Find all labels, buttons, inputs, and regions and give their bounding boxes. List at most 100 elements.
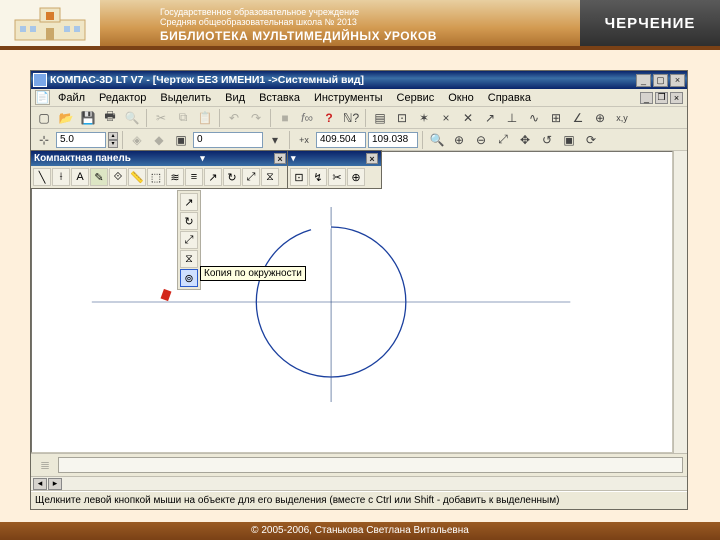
layer-a-icon[interactable]: ◈ (127, 130, 147, 150)
rotate-tool-icon[interactable]: ↻ (180, 212, 198, 230)
compact-panel-close[interactable]: × (274, 153, 286, 164)
vertical-scrollbar[interactable] (673, 151, 687, 453)
scale-icon[interactable]: ⤢ (242, 168, 260, 186)
drawing-canvas[interactable]: Компактная панель ▾ × ╲ ⟊ A ✎ ⟐ 📏 ⬚ ≋ ≡ … (31, 151, 673, 453)
snap-node-icon[interactable]: ⊡ (392, 108, 412, 128)
mdi-close[interactable]: × (670, 92, 683, 104)
float-panel-2[interactable]: ▾ × ⊡ ↯ ✂ ⊕ (287, 150, 382, 189)
center-icon[interactable]: ⊕ (590, 108, 610, 128)
mirror-icon[interactable]: ⧖ (261, 168, 279, 186)
refresh-icon[interactable]: ⟳ (581, 130, 601, 150)
measure-icon[interactable]: 📏 (128, 168, 146, 186)
menu-view[interactable]: Вид (219, 91, 251, 105)
f2-b-icon[interactable]: ↯ (309, 168, 327, 186)
zoom-all-icon[interactable]: ▣ (559, 130, 579, 150)
ortho-icon[interactable]: ⊹ (34, 130, 54, 150)
f2-a-icon[interactable]: ⊡ (290, 168, 308, 186)
dropdown-icon[interactable]: ▾ (265, 130, 285, 150)
zoom-scale-icon[interactable]: ⤢ (493, 130, 513, 150)
param-icon[interactable]: ⟐ (109, 168, 127, 186)
edit-subtools[interactable]: ↗ ↻ ⤢ ⧖ ⊚ (177, 190, 201, 290)
axis-x-icon[interactable]: × (436, 108, 456, 128)
page-footer: © 2005-2006, Станькова Светлана Витальев… (0, 522, 720, 540)
undo-icon[interactable]: ↶ (224, 108, 244, 128)
geom-icon[interactable]: ╲ (33, 168, 51, 186)
save-icon[interactable]: 💾 (78, 108, 98, 128)
menu-select[interactable]: Выделить (154, 91, 217, 105)
doc-icon[interactable]: 📄 (35, 90, 50, 105)
grid-icon[interactable]: ⊞ (546, 108, 566, 128)
step-spin[interactable]: ▴▾ (108, 132, 118, 148)
symbol-icon[interactable]: A (71, 168, 89, 186)
coord-y: 109.038 (368, 132, 418, 148)
mdi-restore[interactable]: ❐ (655, 92, 668, 104)
float2-close[interactable]: × (366, 153, 378, 164)
spec-icon[interactable]: ≡ (185, 168, 203, 186)
move-icon[interactable]: ↗ (480, 108, 500, 128)
edit-icon[interactable]: ✎ (90, 168, 108, 186)
move2-icon[interactable]: ↗ (204, 168, 222, 186)
menu-service[interactable]: Сервис (391, 91, 441, 105)
layers-icon[interactable]: ▤ (370, 108, 390, 128)
xy-icon[interactable]: x,y (612, 108, 632, 128)
menu-help[interactable]: Справка (482, 91, 537, 105)
layer-c-icon[interactable]: ▣ (171, 130, 191, 150)
scale-tool-icon[interactable]: ⤢ (180, 231, 198, 249)
help-icon[interactable]: ? (319, 108, 339, 128)
coord-icon[interactable]: ✶ (414, 108, 434, 128)
preview-icon[interactable]: 🔍 (122, 108, 142, 128)
close-button[interactable]: × (670, 74, 685, 87)
copy-circle-tool-icon[interactable]: ⊚ (180, 269, 198, 287)
layer-b-icon[interactable]: ◆ (149, 130, 169, 150)
menu-window[interactable]: Окно (442, 91, 480, 105)
prop-style-icon[interactable]: ≣ (35, 455, 55, 475)
axis-y-icon[interactable]: ✕ (458, 108, 478, 128)
zoom-prev-icon[interactable]: ↺ (537, 130, 557, 150)
banner-logo (0, 0, 100, 46)
menu-tools[interactable]: Инструменты (308, 91, 389, 105)
mdi-minimize[interactable]: _ (640, 92, 653, 104)
minimize-button[interactable]: _ (636, 74, 651, 87)
rotate-icon[interactable]: ↻ (223, 168, 241, 186)
redo-icon[interactable]: ↷ (246, 108, 266, 128)
compact-panel[interactable]: Компактная панель ▾ × ╲ ⟊ A ✎ ⟐ 📏 ⬚ ≋ ≡ … (30, 150, 290, 189)
canvas-area: Компактная панель ▾ × ╲ ⟊ A ✎ ⟐ 📏 ⬚ ≋ ≡ … (31, 151, 687, 453)
menu-file[interactable]: Файл (52, 91, 91, 105)
f2-c-icon[interactable]: ✂ (328, 168, 346, 186)
tangent-icon[interactable]: ∿ (524, 108, 544, 128)
perp-icon[interactable]: ⊥ (502, 108, 522, 128)
zoom-in-icon[interactable]: ⊕ (449, 130, 469, 150)
move-tool-icon[interactable]: ↗ (180, 193, 198, 211)
stop-icon[interactable]: ■ (275, 108, 295, 128)
symmetry-tool-icon[interactable]: ⧖ (180, 250, 198, 268)
angle-icon[interactable]: ∠ (568, 108, 588, 128)
hscroll-right[interactable]: ▸ (48, 478, 62, 490)
state-field[interactable]: 0 (193, 132, 263, 148)
copy-icon[interactable]: ⧉ (173, 108, 193, 128)
coord-mode-icon[interactable]: +x (294, 130, 314, 150)
compact-panel-title[interactable]: Компактная панель ▾ × (31, 151, 289, 166)
cut-icon[interactable]: ✂ (151, 108, 171, 128)
open-icon[interactable]: 📂 (56, 108, 76, 128)
f2-d-icon[interactable]: ⊕ (347, 168, 365, 186)
new-icon[interactable]: ▢ (34, 108, 54, 128)
horizontal-scrollbar[interactable]: ◂ ▸ (31, 477, 687, 491)
paste-icon[interactable]: 📋 (195, 108, 215, 128)
property-field[interactable] (58, 457, 683, 473)
menu-editor[interactable]: Редактор (93, 91, 152, 105)
float2-title[interactable]: ▾ × (288, 151, 381, 166)
maximize-button[interactable]: ▢ (653, 74, 668, 87)
banner-subject: ЧЕРЧЕНИЕ (580, 0, 720, 46)
step-field[interactable]: 5.0 (56, 132, 106, 148)
assoc-icon[interactable]: ≋ (166, 168, 184, 186)
print-icon[interactable]: 🖶 (100, 108, 120, 128)
menu-insert[interactable]: Вставка (253, 91, 306, 105)
fx-icon[interactable]: f∞ (297, 108, 317, 128)
hscroll-left[interactable]: ◂ (33, 478, 47, 490)
cursor-help-icon[interactable]: ℕ? (341, 108, 361, 128)
pan-icon[interactable]: ✥ (515, 130, 535, 150)
select2-icon[interactable]: ⬚ (147, 168, 165, 186)
dim-icon[interactable]: ⟊ (52, 168, 70, 186)
zoom-out-icon[interactable]: ⊖ (471, 130, 491, 150)
zoom-window-icon[interactable]: 🔍 (427, 130, 447, 150)
